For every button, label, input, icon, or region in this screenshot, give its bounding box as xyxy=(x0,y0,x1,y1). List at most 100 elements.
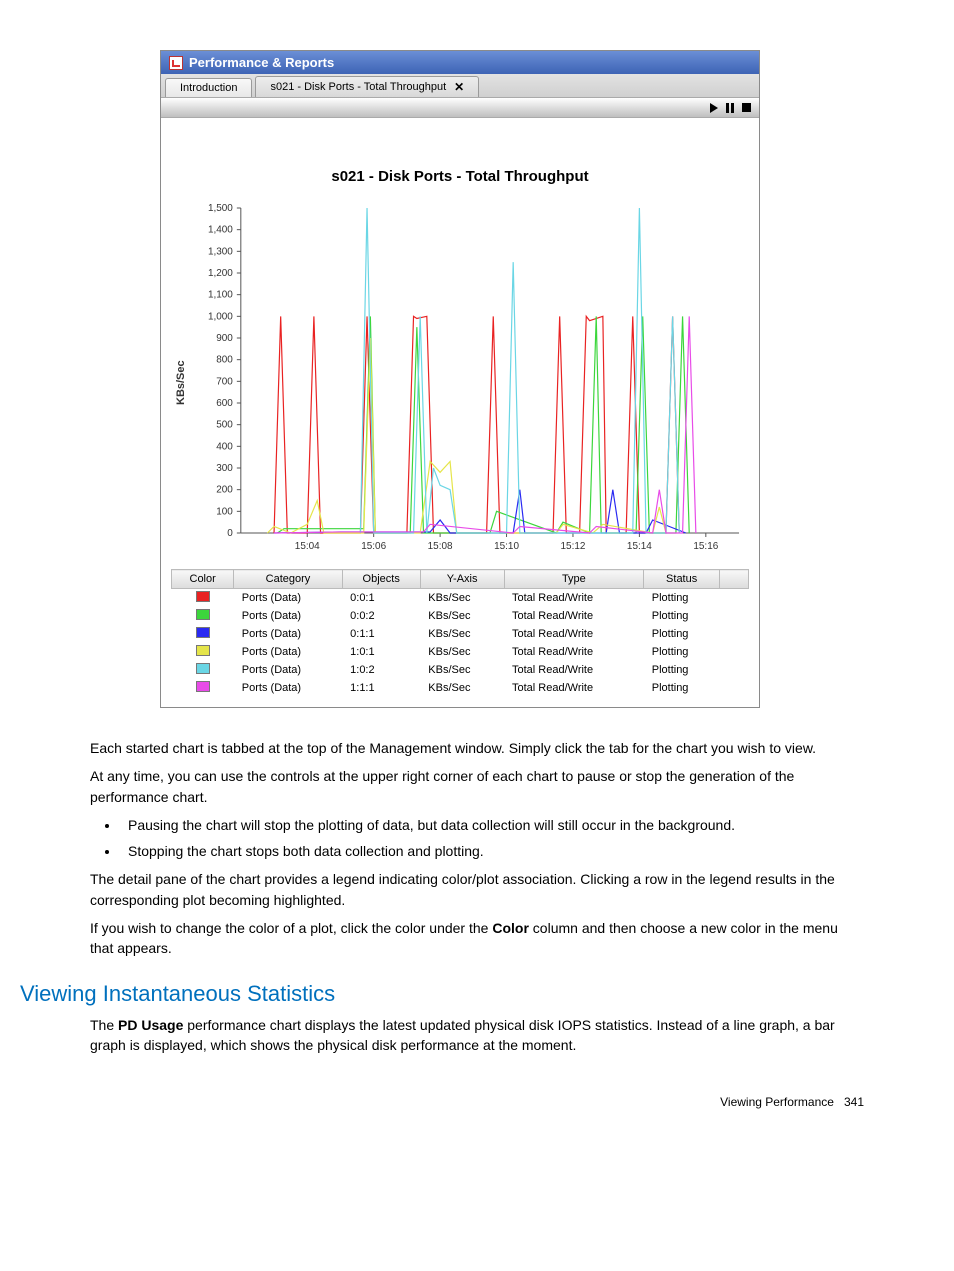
legend-header: Status xyxy=(644,570,720,589)
legend-type: Total Read/Write xyxy=(504,607,644,625)
svg-text:15:06: 15:06 xyxy=(361,541,386,552)
footer-page: 341 xyxy=(844,1095,864,1109)
legend-yaxis: KBs/Sec xyxy=(420,661,504,679)
svg-text:400: 400 xyxy=(216,441,233,452)
legend-objects: 1:1:1 xyxy=(342,679,420,697)
tab-disk-ports[interactable]: s021 - Disk Ports - Total Throughput ✕ xyxy=(255,76,479,97)
color-swatch[interactable] xyxy=(196,627,210,638)
svg-text:800: 800 xyxy=(216,355,233,366)
svg-text:15:04: 15:04 xyxy=(295,541,320,552)
legend-row[interactable]: Ports (Data)0:0:1KBs/SecTotal Read/Write… xyxy=(172,589,749,608)
play-icon[interactable] xyxy=(710,103,718,113)
list-item: Stopping the chart stops both data colle… xyxy=(120,841,864,861)
paragraph: Each started chart is tabbed at the top … xyxy=(90,738,864,758)
legend-type: Total Read/Write xyxy=(504,679,644,697)
legend-objects: 0:1:1 xyxy=(342,625,420,643)
svg-text:15:08: 15:08 xyxy=(428,541,453,552)
svg-text:900: 900 xyxy=(216,333,233,344)
svg-text:15:16: 15:16 xyxy=(693,541,718,552)
svg-text:1,200: 1,200 xyxy=(208,268,233,279)
body-text: Each started chart is tabbed at the top … xyxy=(90,738,864,1055)
legend-category: Ports (Data) xyxy=(234,679,342,697)
section-heading: Viewing Instantaneous Statistics xyxy=(20,981,864,1007)
chart-controls xyxy=(161,98,759,118)
legend-row[interactable]: Ports (Data)0:1:1KBs/SecTotal Read/Write… xyxy=(172,625,749,643)
color-swatch[interactable] xyxy=(196,663,210,674)
paragraph: The detail pane of the chart provides a … xyxy=(90,869,864,910)
legend-category: Ports (Data) xyxy=(234,607,342,625)
window-titlebar: Performance & Reports xyxy=(161,51,759,74)
paragraph: At any time, you can use the controls at… xyxy=(90,766,864,807)
legend-header: Objects xyxy=(342,570,420,589)
svg-text:15:10: 15:10 xyxy=(494,541,519,552)
tab-introduction[interactable]: Introduction xyxy=(165,78,252,97)
legend-status: Plotting xyxy=(644,679,720,697)
color-swatch[interactable] xyxy=(196,645,210,656)
legend-row[interactable]: Ports (Data)1:0:1KBs/SecTotal Read/Write… xyxy=(172,643,749,661)
svg-text:1,500: 1,500 xyxy=(208,203,233,214)
legend-type: Total Read/Write xyxy=(504,661,644,679)
legend-objects: 0:0:1 xyxy=(342,589,420,608)
legend-yaxis: KBs/Sec xyxy=(420,625,504,643)
window-title: Performance & Reports xyxy=(189,55,334,70)
legend-row[interactable]: Ports (Data)1:1:1KBs/SecTotal Read/Write… xyxy=(172,679,749,697)
legend-yaxis: KBs/Sec xyxy=(420,679,504,697)
tab-label: s021 - Disk Ports - Total Throughput xyxy=(270,81,446,93)
svg-text:1,400: 1,400 xyxy=(208,225,233,236)
legend-row[interactable]: Ports (Data)1:0:2KBs/SecTotal Read/Write… xyxy=(172,661,749,679)
legend-type: Total Read/Write xyxy=(504,625,644,643)
svg-text:600: 600 xyxy=(216,398,233,409)
svg-text:100: 100 xyxy=(216,506,233,517)
svg-text:1,300: 1,300 xyxy=(208,246,233,257)
svg-text:1,000: 1,000 xyxy=(208,311,233,322)
legend-header: Type xyxy=(504,570,644,589)
legend-yaxis: KBs/Sec xyxy=(420,607,504,625)
svg-text:300: 300 xyxy=(216,463,233,474)
legend-category: Ports (Data) xyxy=(234,625,342,643)
legend-category: Ports (Data) xyxy=(234,589,342,608)
legend-status: Plotting xyxy=(644,625,720,643)
legend-category: Ports (Data) xyxy=(234,661,342,679)
legend-yaxis: KBs/Sec xyxy=(420,589,504,608)
svg-text:700: 700 xyxy=(216,376,233,387)
legend-type: Total Read/Write xyxy=(504,589,644,608)
legend-objects: 1:0:1 xyxy=(342,643,420,661)
legend-status: Plotting xyxy=(644,589,720,608)
legend-type: Total Read/Write xyxy=(504,643,644,661)
color-swatch[interactable] xyxy=(196,681,210,692)
color-swatch[interactable] xyxy=(196,609,210,620)
performance-chart-window: Performance & Reports Introduction s021 … xyxy=(160,50,760,708)
svg-text:15:14: 15:14 xyxy=(627,541,652,552)
legend-status: Plotting xyxy=(644,661,720,679)
y-axis-label: KBs/Sec xyxy=(171,203,191,563)
color-swatch[interactable] xyxy=(196,591,210,602)
page-footer: Viewing Performance 341 xyxy=(90,1095,864,1109)
pause-icon[interactable] xyxy=(726,103,734,113)
legend-yaxis: KBs/Sec xyxy=(420,643,504,661)
paragraph: The PD Usage performance chart displays … xyxy=(90,1015,864,1056)
list-item: Pausing the chart will stop the plotting… xyxy=(120,815,864,835)
chart-area: s021 - Disk Ports - Total Throughput KBs… xyxy=(161,118,759,707)
legend-table: ColorCategoryObjectsY-AxisTypeStatus Por… xyxy=(171,569,749,697)
legend-category: Ports (Data) xyxy=(234,643,342,661)
paragraph: If you wish to change the color of a plo… xyxy=(90,918,864,959)
svg-text:15:12: 15:12 xyxy=(561,541,586,552)
legend-status: Plotting xyxy=(644,643,720,661)
svg-text:0: 0 xyxy=(227,528,233,539)
svg-text:200: 200 xyxy=(216,485,233,496)
chart-icon xyxy=(169,56,183,70)
stop-icon[interactable] xyxy=(742,103,751,112)
legend-header: Y-Axis xyxy=(420,570,504,589)
legend-row[interactable]: Ports (Data)0:0:2KBs/SecTotal Read/Write… xyxy=(172,607,749,625)
footer-label: Viewing Performance xyxy=(720,1095,834,1109)
legend-header: Color xyxy=(172,570,234,589)
svg-text:500: 500 xyxy=(216,420,233,431)
legend-status: Plotting xyxy=(644,607,720,625)
legend-objects: 1:0:2 xyxy=(342,661,420,679)
chart-title: s021 - Disk Ports - Total Throughput xyxy=(171,168,749,185)
legend-objects: 0:0:2 xyxy=(342,607,420,625)
chart-plot: 0 100 200 300 400 500 600 700 800 900 1,000 1,100 1,… xyxy=(191,203,749,563)
tab-row: Introduction s021 - Disk Ports - Total T… xyxy=(161,74,759,98)
close-icon[interactable]: ✕ xyxy=(454,80,464,94)
svg-text:1,100: 1,100 xyxy=(208,290,233,301)
